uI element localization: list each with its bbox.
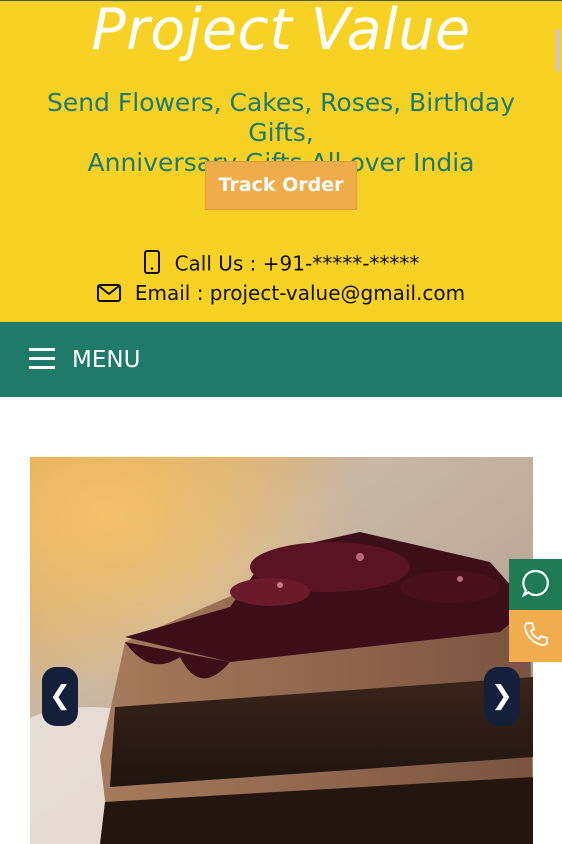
- tagline-line-1: Send Flowers, Cakes, Roses, Birthday Gif…: [46, 88, 516, 147]
- email-text: Email : project-value@gmail.com: [134, 281, 466, 305]
- chocolate-cake-photo: [30, 457, 533, 844]
- track-order-button[interactable]: Track Order: [205, 161, 357, 210]
- site-logo[interactable]: Project Value: [0, 0, 562, 63]
- main-nav-bar: MENU: [0, 322, 562, 397]
- slider-prev-button[interactable]: ❮: [42, 667, 78, 726]
- phone-icon: [522, 620, 550, 652]
- slider-next-button[interactable]: ❯: [484, 667, 520, 726]
- scrollbar-thumb[interactable]: [556, 29, 560, 72]
- envelope-icon: [96, 282, 121, 308]
- site-header: Project Value Send Flowers, Cakes, Roses…: [0, 0, 562, 322]
- phone-float-button[interactable]: [509, 610, 562, 662]
- whatsapp-float-button[interactable]: [509, 559, 562, 611]
- call-us-line[interactable]: Call Us : +91-*****-*****: [0, 250, 562, 280]
- hamburger-menu-icon[interactable]: [29, 348, 55, 370]
- call-us-text: Call Us : +91-*****-*****: [174, 251, 420, 276]
- menu-toggle[interactable]: MENU: [72, 345, 140, 375]
- mobile-phone-icon: [143, 250, 161, 280]
- hero-slider: ❮ ❯: [30, 457, 533, 844]
- whatsapp-icon: [521, 568, 551, 602]
- email-line[interactable]: Email : project-value@gmail.com: [0, 280, 562, 308]
